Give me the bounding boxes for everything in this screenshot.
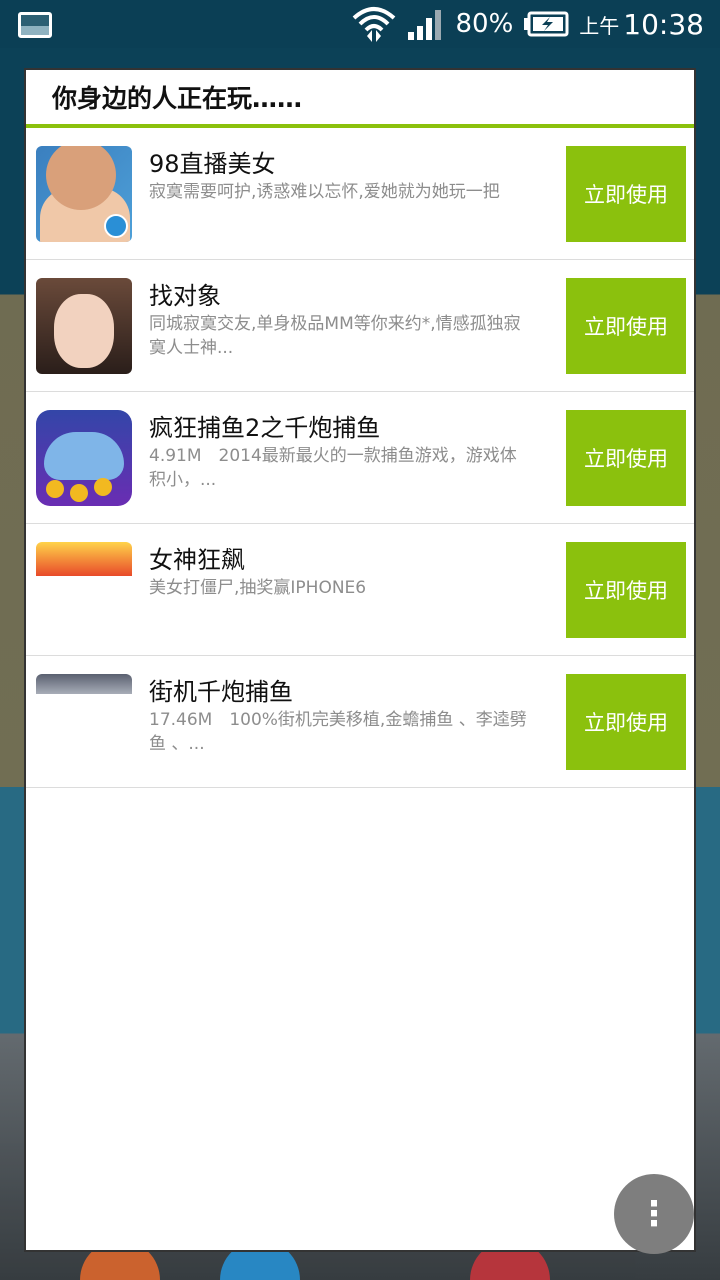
list-item[interactable]: 女神狂飙 美女打僵尸,抽奖赢IPHONE6 立即使用 [26,524,694,656]
use-now-button[interactable]: 立即使用 [566,674,686,770]
list-item[interactable]: 找对象 同城寂寞交友,单身极品MM等你来约*,情感孤独寂寞人士神... 立即使用 [26,260,694,392]
app-icon-fishing-game [36,410,132,506]
app-list: 98直播美女 寂寞需要呵护,诱惑难以忘怀,爱她就为她玩一把 立即使用 找对象 同… [26,128,694,788]
app-icon-goddess-race [36,542,132,576]
app-icon-98-live [36,146,132,242]
app-name: 疯狂捕鱼2之千炮捕鱼 [149,414,381,442]
use-now-button[interactable]: 立即使用 [566,146,686,242]
battery-charging-icon [524,11,569,37]
dialog-title: 你身边的人正在玩…… [52,84,303,113]
app-icon-arcade-fishing [36,674,132,694]
clock-time: 10:38 [623,7,704,41]
battery-percent: 80% [455,9,514,39]
use-now-button[interactable]: 立即使用 [566,278,686,374]
app-description: 17.46M 100%街机完美移植,金蟾捕鱼 、李逵劈鱼 、... [149,710,527,754]
app-description: 4.91M 2014最新最火的一款捕鱼游戏，游戏体积小，... [149,446,517,490]
more-options-button[interactable]: ⋮ [614,1174,694,1254]
wifi-icon [352,7,395,42]
app-name: 街机千炮捕鱼 [149,678,293,706]
play-icon [104,214,128,238]
signal-icon [407,10,441,40]
app-icon-find-partner [36,278,132,374]
app-description: 同城寂寞交友,单身极品MM等你来约*,情感孤独寂寞人士神... [149,314,521,358]
use-now-button[interactable]: 立即使用 [566,410,686,506]
list-item[interactable]: 街机千炮捕鱼 17.46M 100%街机完美移植,金蟾捕鱼 、李逵劈鱼 、...… [26,656,694,788]
app-name: 女神狂飙 [149,546,245,574]
use-now-button[interactable]: 立即使用 [566,542,686,638]
recommend-dialog: 你身边的人正在玩…… 98直播美女 寂寞需要呵护,诱惑难以忘怀,爱她就为她玩一把… [24,68,696,1252]
status-bar: 80% 上午 10:38 [0,0,720,48]
app-name: 98直播美女 [149,150,276,178]
app-description: 美女打僵尸,抽奖赢IPHONE6 [149,578,367,598]
time-ampm: 上午 [579,13,620,38]
list-item[interactable]: 98直播美女 寂寞需要呵护,诱惑难以忘怀,爱她就为她玩一把 立即使用 [26,128,694,260]
gallery-notification-icon [18,12,52,38]
app-name: 找对象 [149,282,221,310]
app-description: 寂寞需要呵护,诱惑难以忘怀,爱她就为她玩一把 [149,182,500,202]
list-item[interactable]: 疯狂捕鱼2之千炮捕鱼 4.91M 2014最新最火的一款捕鱼游戏，游戏体积小，.… [26,392,694,524]
more-vert-icon: ⋮ [637,1194,671,1234]
